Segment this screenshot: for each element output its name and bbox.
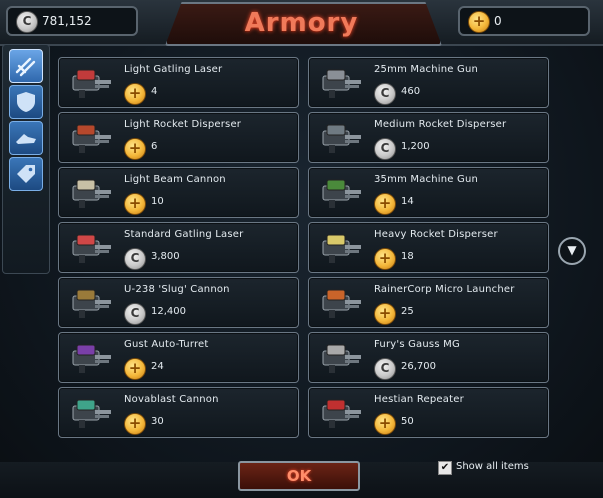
- item-price: 460: [401, 86, 421, 97]
- item-price: 10: [151, 196, 164, 207]
- item-card[interactable]: U-238 'Slug' Cannon 12,400: [58, 277, 299, 328]
- weapon-thumbnail-icon: [322, 399, 361, 428]
- chevron-down-icon: ▼: [567, 243, 577, 257]
- item-card[interactable]: Fury's Gauss MG 26,700: [308, 332, 549, 383]
- item-price: 25: [401, 306, 414, 317]
- weapon-thumbnail-icon: [322, 344, 361, 373]
- weapon-thumbnail-icon: [72, 234, 111, 263]
- item-price: 4: [151, 86, 158, 97]
- item-card[interactable]: Gust Auto-Turret 24: [58, 332, 299, 383]
- item-price: 50: [401, 416, 414, 427]
- weapon-thumbnail-icon: [322, 179, 361, 208]
- item-price: 30: [151, 416, 164, 427]
- item-price: 1,200: [401, 141, 430, 152]
- gold-coin-icon: [124, 193, 146, 215]
- item-name: 35mm Machine Gun: [374, 174, 479, 185]
- item-card[interactable]: Standard Gatling Laser 3,800: [58, 222, 299, 273]
- item-card[interactable]: Light Rocket Disperser 6: [58, 112, 299, 163]
- item-name: Light Beam Cannon: [124, 174, 226, 185]
- category-sidebar: [2, 44, 50, 274]
- item-name: Heavy Rocket Disperser: [374, 229, 498, 240]
- item-name: Standard Gatling Laser: [124, 229, 244, 240]
- ship-icon: [16, 134, 36, 144]
- item-card[interactable]: 35mm Machine Gun 14: [308, 167, 549, 218]
- item-card[interactable]: Heavy Rocket Disperser 18: [308, 222, 549, 273]
- gold-coin-icon: [124, 83, 146, 105]
- scroll-down-button[interactable]: ▼: [558, 237, 586, 265]
- tag-icon: [17, 165, 35, 183]
- item-name: U-238 'Slug' Cannon: [124, 284, 230, 295]
- weapon-thumbnail-icon: [322, 234, 361, 263]
- show-all-checkbox[interactable]: ✔: [438, 461, 452, 475]
- gold-coin-icon: [468, 11, 490, 33]
- item-name: Fury's Gauss MG: [374, 339, 460, 350]
- credits-icon: [374, 138, 396, 160]
- weapon-thumbnail-icon: [72, 124, 111, 153]
- shield-icon: [17, 92, 35, 112]
- item-name: RainerCorp Micro Launcher: [374, 284, 515, 295]
- item-card[interactable]: RainerCorp Micro Launcher 25: [308, 277, 549, 328]
- tab-weapons[interactable]: [9, 49, 43, 83]
- gold-value: 0: [494, 14, 502, 28]
- gold-coin-icon: [374, 413, 396, 435]
- tab-shields[interactable]: [9, 85, 43, 119]
- item-card[interactable]: Medium Rocket Disperser 1,200: [308, 112, 549, 163]
- item-price: 3,800: [151, 251, 180, 262]
- weapon-thumbnail-icon: [72, 399, 111, 428]
- credits-icon: [16, 11, 38, 33]
- item-name: Medium Rocket Disperser: [374, 119, 507, 130]
- credits-icon: [374, 358, 396, 380]
- weapon-thumbnail-icon: [72, 179, 111, 208]
- credits-icon: [124, 248, 146, 270]
- gold-coin-icon: [374, 193, 396, 215]
- ok-button[interactable]: OK: [238, 461, 360, 491]
- item-card[interactable]: Novablast Cannon 30: [58, 387, 299, 438]
- item-price: 12,400: [151, 306, 186, 317]
- item-price: 18: [401, 251, 414, 262]
- gold-coin-icon: [124, 138, 146, 160]
- item-name: Light Rocket Disperser: [124, 119, 242, 130]
- show-all-label: Show all items: [456, 461, 529, 472]
- item-price: 6: [151, 141, 158, 152]
- item-card[interactable]: Light Gatling Laser 4: [58, 57, 299, 108]
- tab-ships[interactable]: [9, 121, 43, 155]
- weapon-thumbnail-icon: [72, 69, 111, 98]
- item-price: 24: [151, 361, 164, 372]
- item-name: Hestian Repeater: [374, 394, 464, 405]
- item-name: Novablast Cannon: [124, 394, 219, 405]
- item-card[interactable]: Light Beam Cannon 10: [58, 167, 299, 218]
- gold-coin-icon: [124, 413, 146, 435]
- item-card[interactable]: Hestian Repeater 50: [308, 387, 549, 438]
- weapon-thumbnail-icon: [322, 124, 361, 153]
- item-name: Light Gatling Laser: [124, 64, 223, 75]
- page-title: Armory: [244, 8, 359, 38]
- credits-icon: [124, 303, 146, 325]
- credits-icon: [374, 83, 396, 105]
- item-card[interactable]: 25mm Machine Gun 460: [308, 57, 549, 108]
- gold-coin-icon: [374, 248, 396, 270]
- gold-display: 0: [458, 6, 590, 36]
- weapon-thumbnail-icon: [72, 289, 111, 318]
- credits-display: 781,152: [6, 6, 138, 36]
- credits-value: 781,152: [42, 14, 92, 28]
- guns-icon: [15, 57, 36, 77]
- gold-coin-icon: [374, 303, 396, 325]
- gold-coin-icon: [124, 358, 146, 380]
- item-price: 14: [401, 196, 414, 207]
- weapon-thumbnail-icon: [72, 344, 111, 373]
- item-name: 25mm Machine Gun: [374, 64, 479, 75]
- tab-items[interactable]: [9, 157, 43, 191]
- weapon-thumbnail-icon: [322, 289, 361, 318]
- item-name: Gust Auto-Turret: [124, 339, 209, 350]
- weapon-thumbnail-icon: [322, 69, 361, 98]
- item-price: 26,700: [401, 361, 436, 372]
